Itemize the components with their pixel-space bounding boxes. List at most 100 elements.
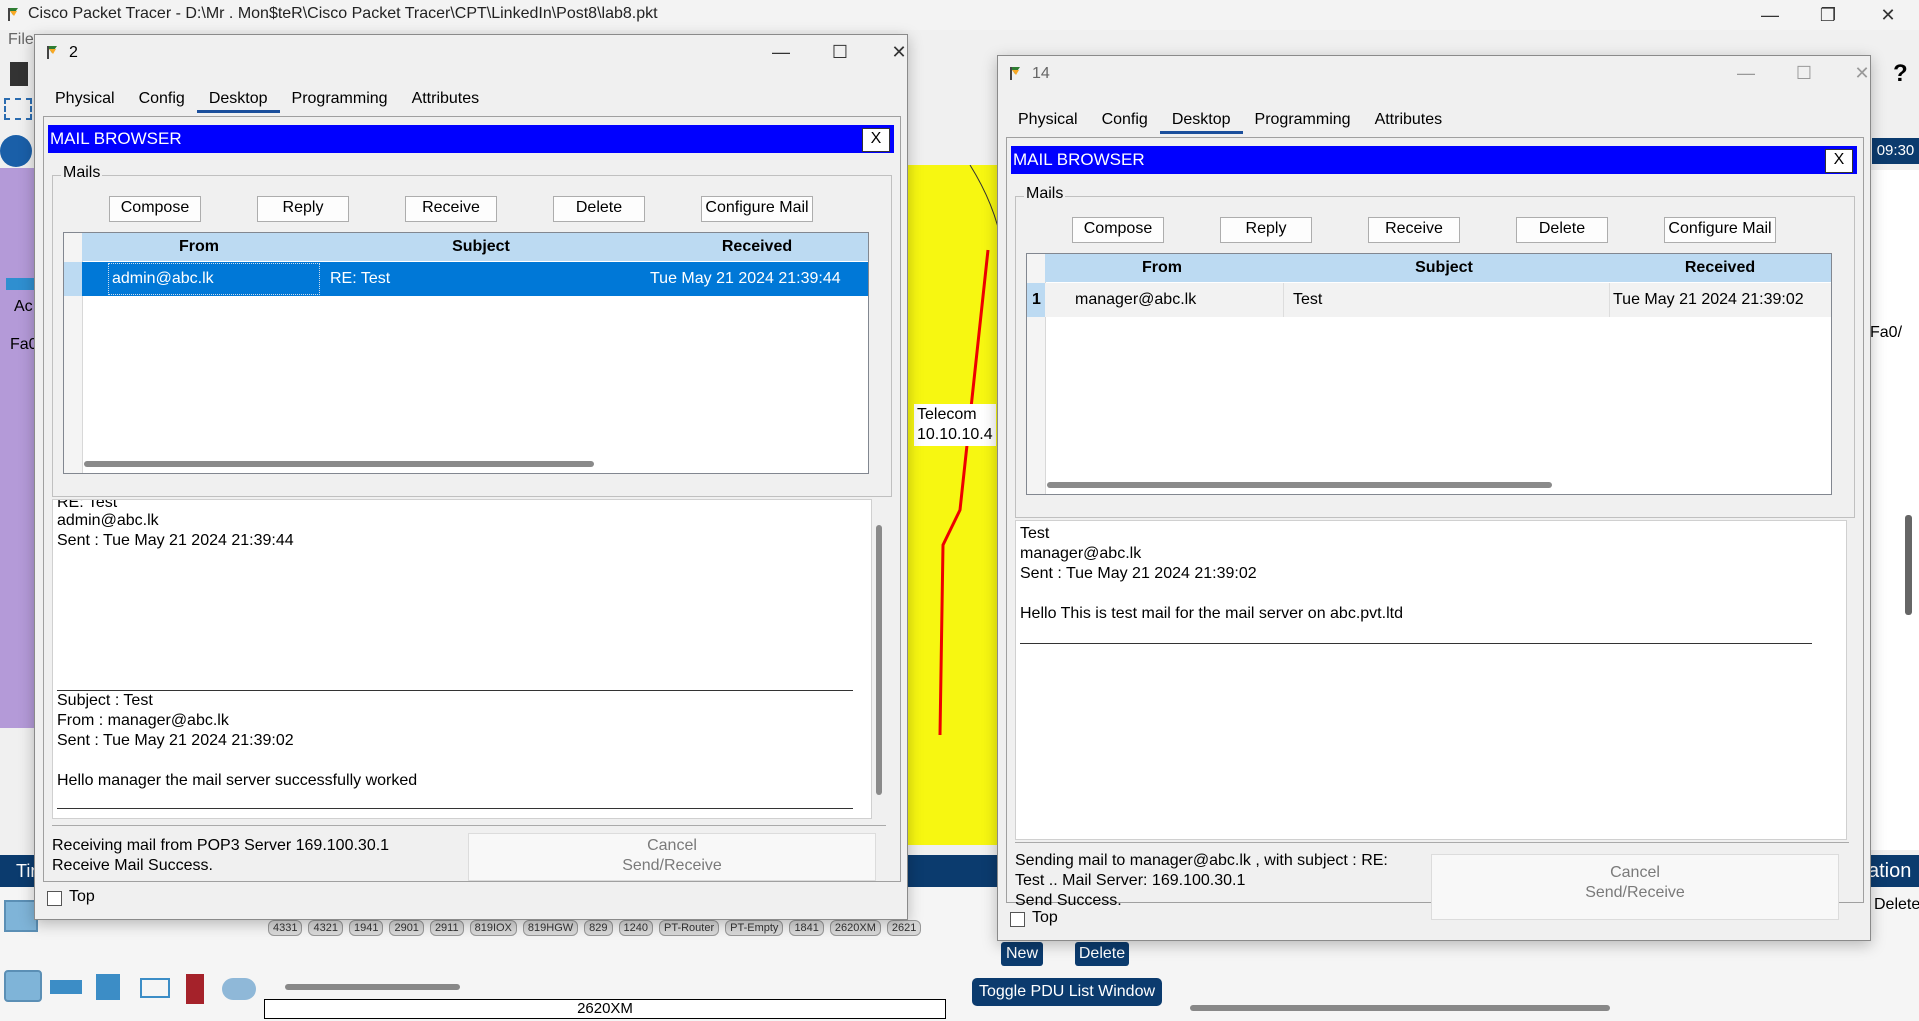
device-window-14: 14 — ☐ ✕ Physical Config Desktop Program… [997, 55, 1871, 941]
mails-group: Mails Compose Reply Receive Delete Confi… [52, 164, 892, 497]
mail-browser-close-button[interactable]: X [862, 128, 890, 152]
column-received[interactable]: Received [646, 238, 868, 256]
cancel-send-receive-button[interactable]: Cancel Send/Receive [1431, 854, 1839, 920]
maximize-icon[interactable]: ☐ [1784, 58, 1824, 88]
table-hscroll[interactable] [1047, 482, 1552, 488]
security-icon[interactable] [186, 974, 204, 1004]
help-icon[interactable]: ? [1893, 60, 1908, 88]
toggle-pdu-list-button[interactable]: Toggle PDU List Window [972, 978, 1162, 1006]
cancel-send-receive-button[interactable]: Cancel Send/Receive [468, 833, 876, 881]
cell-from: admin@abc.lk [112, 270, 214, 287]
quoted-from: From : manager@abc.lk [57, 712, 229, 729]
table-row[interactable]: 1 manager@abc.lk Test Tue May 21 2024 21… [1027, 283, 1831, 317]
device-model-label[interactable]: PT-Router [659, 920, 720, 936]
device-model-label[interactable]: 2901 [389, 920, 424, 936]
hub-icon[interactable] [96, 974, 120, 1000]
column-from[interactable]: From [1045, 259, 1279, 277]
top-checkbox[interactable] [47, 891, 62, 906]
restore-icon[interactable]: ❐ [1808, 0, 1848, 30]
device-icon [1008, 65, 1022, 81]
right-scrollbar-thumb[interactable] [1905, 515, 1912, 615]
device-category-routers-icon-2[interactable] [4, 970, 42, 1002]
device-category-routers-icon[interactable] [4, 900, 38, 932]
tab-programming[interactable]: Programming [1243, 108, 1363, 134]
menu-file[interactable]: File [8, 31, 34, 49]
compose-button[interactable]: Compose [1072, 217, 1164, 243]
tab-attributes[interactable]: Attributes [400, 87, 492, 113]
tab-config[interactable]: Config [1090, 108, 1160, 134]
minimize-icon[interactable]: — [761, 37, 801, 67]
new-pdu-button[interactable]: New [1001, 942, 1043, 966]
device-model-label[interactable]: 2911 [429, 920, 464, 936]
close-icon[interactable]: ✕ [1868, 0, 1908, 30]
column-subject[interactable]: Subject [1279, 259, 1609, 277]
desktop-panel: MAIL BROWSER X Mails Compose Reply Recei… [43, 116, 901, 882]
device-model-label[interactable]: 2620XM [829, 920, 881, 936]
tab-programming[interactable]: Programming [280, 87, 400, 113]
column-received[interactable]: Received [1609, 259, 1831, 277]
reply-button[interactable]: Reply [1220, 217, 1312, 243]
reply-button[interactable]: Reply [257, 196, 349, 222]
cancel-label: Cancel [647, 837, 697, 854]
close-icon[interactable]: ✕ [879, 37, 919, 67]
quoted-message: Hello manager the mail server successful… [57, 772, 418, 789]
receive-button[interactable]: Receive [405, 196, 497, 222]
device-model-label[interactable]: 829 [584, 920, 613, 936]
mail-body: RE: Test admin@abc.lk Sent : Tue May 21 … [52, 499, 872, 819]
window-titlebar: 2 — ☐ ✕ [35, 35, 907, 69]
app-titlebar: Cisco Packet Tracer - D:\Mr . Mon$teR\Ci… [0, 0, 1919, 30]
logical-view-icon[interactable] [0, 135, 32, 167]
device-model-label[interactable]: 819IOX [469, 920, 517, 936]
device-model-label[interactable]: PT-Empty [725, 920, 784, 936]
configure-mail-button[interactable]: Configure Mail [701, 196, 813, 222]
device-model-label[interactable]: 1941 [348, 920, 384, 936]
body-from: manager@abc.lk [1020, 545, 1142, 562]
device-model-label[interactable]: 1841 [789, 920, 824, 936]
minimize-icon[interactable]: — [1726, 58, 1766, 88]
mails-label: Mails [1024, 185, 1066, 203]
cell-received: Tue May 21 2024 21:39:44 [650, 270, 841, 287]
top-checkbox[interactable] [1010, 912, 1025, 927]
tab-config[interactable]: Config [127, 87, 197, 113]
top-checkbox-label: Top [1032, 909, 1058, 926]
delete-right-label[interactable]: Delete [1874, 896, 1919, 914]
tab-desktop[interactable]: Desktop [196, 87, 280, 113]
column-subject[interactable]: Subject [316, 238, 646, 256]
body-message: Hello This is test mail for the mail ser… [1020, 605, 1403, 622]
device-model-label[interactable]: 2621 [886, 920, 922, 936]
table-row[interactable]: 1 admin@abc.lk RE: Test Tue May 21 2024 … [64, 262, 868, 296]
wan-cloud-icon[interactable] [222, 978, 256, 1000]
mail-browser-close-button[interactable]: X [1825, 149, 1853, 173]
minimize-icon[interactable]: — [1750, 0, 1790, 30]
body-from: admin@abc.lk [57, 512, 159, 529]
body-sent: Sent : Tue May 21 2024 21:39:44 [57, 532, 294, 549]
quoted-subject: Subject : Test [57, 692, 153, 709]
new-file-icon[interactable] [10, 62, 28, 86]
tab-physical[interactable]: Physical [1006, 108, 1090, 134]
bottom-right-scrollbar[interactable] [1190, 1005, 1610, 1011]
tab-physical[interactable]: Physical [43, 87, 127, 113]
device-model-label[interactable]: 1240 [618, 920, 653, 936]
configure-mail-button[interactable]: Configure Mail [1664, 217, 1776, 243]
mail-body-scrollbar[interactable] [876, 525, 882, 795]
wireless-icon[interactable] [140, 978, 170, 998]
receive-button[interactable]: Receive [1368, 217, 1460, 243]
maximize-icon[interactable]: ☐ [820, 37, 860, 67]
tab-desktop[interactable]: Desktop [1159, 108, 1243, 134]
device-model-label[interactable]: 819HGW [522, 920, 579, 936]
delete-pdu-button[interactable]: Delete [1075, 942, 1129, 966]
table-hscroll[interactable] [84, 461, 594, 467]
select-tool-icon[interactable] [4, 98, 32, 120]
switch-device-icon [6, 278, 36, 290]
device-scrollbar[interactable] [285, 984, 460, 990]
compose-button[interactable]: Compose [109, 196, 201, 222]
column-from[interactable]: From [82, 238, 316, 256]
table-header: From Subject Received [82, 233, 868, 261]
switch-icon[interactable] [50, 980, 82, 994]
device-model-label[interactable]: 4321 [308, 920, 343, 936]
tab-attributes[interactable]: Attributes [1363, 108, 1455, 134]
delete-button[interactable]: Delete [1516, 217, 1608, 243]
close-icon[interactable]: ✕ [1842, 58, 1882, 88]
delete-button[interactable]: Delete [553, 196, 645, 222]
device-model-label[interactable]: 4331 [268, 920, 303, 936]
